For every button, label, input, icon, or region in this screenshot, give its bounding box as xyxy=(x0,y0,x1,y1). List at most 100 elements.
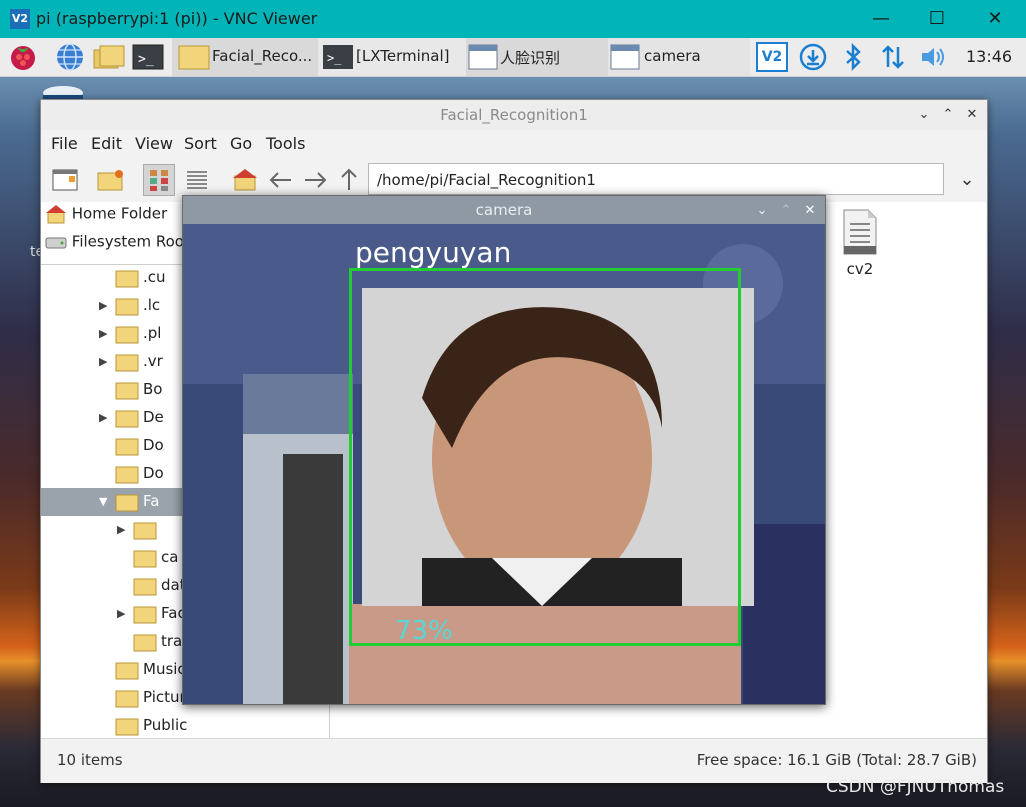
folder-icon xyxy=(115,494,139,512)
clock: 13:46 xyxy=(966,47,1013,66)
forward-arrow-icon[interactable] xyxy=(299,164,331,196)
camera-title: camera xyxy=(475,201,533,219)
file-manager-titlebar: Facial_Recognition1 ⌄ ⌃ ✕ xyxy=(41,100,987,130)
drive-icon xyxy=(45,237,67,249)
taskbar: >_ Facial_Reco... >_ [LXTerminal] 人脸识别 c… xyxy=(0,38,1026,77)
file-label: cv2 xyxy=(846,260,874,278)
vnc-tray-icon[interactable]: V2 xyxy=(756,42,788,72)
home-icon xyxy=(46,205,66,224)
task-facial-recognition[interactable]: Facial_Reco... xyxy=(172,38,318,76)
expander-open-icon[interactable]: ▼ xyxy=(99,495,107,508)
expander-closed-icon[interactable]: ▶ xyxy=(117,523,125,536)
folder-icon xyxy=(115,410,139,428)
vnc-logo-icon: V2 xyxy=(10,9,30,29)
task-label: Facial_Reco... xyxy=(212,47,313,65)
new-window-icon[interactable] xyxy=(49,164,81,196)
tree-item-label: Bo xyxy=(143,380,163,398)
list-view-icon[interactable] xyxy=(181,164,213,196)
network-icon[interactable] xyxy=(878,42,908,72)
folder-icon xyxy=(115,438,139,456)
expander-closed-icon[interactable]: ▶ xyxy=(99,411,107,424)
fm-minimize-button[interactable]: ⌄ xyxy=(913,104,935,126)
svg-text:>_: >_ xyxy=(138,52,154,67)
maximize-button[interactable]: ☐ xyxy=(908,4,966,34)
status-item-count: 10 items xyxy=(57,751,123,769)
confidence-label: 73% xyxy=(395,616,453,646)
back-arrow-icon[interactable] xyxy=(265,164,297,196)
menu-edit[interactable]: Edit xyxy=(91,134,122,153)
folder-icon xyxy=(133,606,157,624)
tree-item-label: .vr xyxy=(143,352,163,370)
tree-item-label: .cu xyxy=(143,268,166,286)
tree-item[interactable]: Public xyxy=(41,712,329,738)
status-free-space: Free space: 16.1 GiB (Total: 28.7 GiB) xyxy=(696,751,977,769)
folder-icon xyxy=(115,382,139,400)
expander-closed-icon[interactable]: ▶ xyxy=(99,355,107,368)
folder-icon xyxy=(133,634,157,652)
window-icon xyxy=(610,44,640,70)
file-manager-icon[interactable] xyxy=(92,41,125,73)
tree-item-label: .lc xyxy=(143,296,161,314)
expander-closed-icon[interactable]: ▶ xyxy=(117,607,125,620)
task-face-recognition[interactable]: 人脸识别 xyxy=(466,38,608,76)
menu-tools[interactable]: Tools xyxy=(266,134,305,153)
task-label: 人脸识别 xyxy=(500,49,561,67)
tree-item-label: De xyxy=(143,408,164,426)
folder-icon xyxy=(115,662,139,680)
terminal-icon[interactable]: >_ xyxy=(132,41,164,73)
detected-name-label: pengyuyan xyxy=(355,236,512,269)
text-file-icon xyxy=(843,209,877,255)
vnc-window-title: pi (raspberrypi:1 (pi)) - VNC Viewer xyxy=(36,9,318,28)
folder-icon xyxy=(115,466,139,484)
vnc-titlebar: V2 pi (raspberrypi:1 (pi)) - VNC Viewer … xyxy=(0,0,1026,38)
place-home-folder[interactable]: Home Folder xyxy=(45,204,167,230)
minimize-button[interactable]: — xyxy=(852,4,910,34)
camera-window: camera ⌄ ⌃ ✕ pengyuyan 73% xyxy=(182,195,826,705)
bluetooth-icon[interactable] xyxy=(838,42,868,72)
menu-sort[interactable]: Sort xyxy=(184,134,217,153)
icon-view-icon[interactable] xyxy=(143,164,175,196)
menu-view[interactable]: View xyxy=(135,134,173,153)
path-input[interactable]: /home/pi/Facial_Recognition1 xyxy=(368,163,944,195)
face-detection-box xyxy=(349,268,741,646)
expander-closed-icon[interactable]: ▶ xyxy=(99,299,107,312)
close-button[interactable]: ✕ xyxy=(966,4,1024,34)
home-icon[interactable] xyxy=(229,164,261,196)
fm-close-button[interactable]: ✕ xyxy=(961,104,983,126)
place-filesystem-root[interactable]: Filesystem Roo xyxy=(45,232,184,258)
raspberry-menu-icon[interactable] xyxy=(7,41,39,73)
window-icon xyxy=(468,44,498,70)
tree-item-label: Do xyxy=(143,464,164,482)
task-label: [LXTerminal] xyxy=(356,47,450,65)
menu-go[interactable]: Go xyxy=(230,134,252,153)
camera-maximize-button[interactable]: ⌃ xyxy=(775,200,797,222)
task-label: camera xyxy=(644,47,701,65)
fm-maximize-button[interactable]: ⌃ xyxy=(937,104,959,126)
tree-item-label: tra xyxy=(161,632,183,650)
chevron-down-icon[interactable]: ⌄ xyxy=(951,164,983,196)
camera-feed: pengyuyan 73% xyxy=(183,224,825,704)
menu-bar: File Edit View Sort Go Tools xyxy=(41,130,987,158)
expander-closed-icon[interactable]: ▶ xyxy=(99,327,107,340)
download-icon[interactable] xyxy=(798,42,828,72)
up-arrow-icon[interactable] xyxy=(333,164,365,196)
camera-close-button[interactable]: ✕ xyxy=(799,200,821,222)
folder-icon xyxy=(115,690,139,708)
camera-minimize-button[interactable]: ⌄ xyxy=(751,200,773,222)
folder-icon xyxy=(133,522,157,540)
task-lxterminal[interactable]: >_ [LXTerminal] xyxy=(318,38,466,76)
new-folder-icon[interactable] xyxy=(95,164,127,196)
folder-icon xyxy=(133,578,157,596)
svg-text:>_: >_ xyxy=(327,51,342,65)
tree-item-label: Pictur xyxy=(143,688,186,706)
task-camera[interactable]: camera xyxy=(608,38,750,76)
folder-icon xyxy=(178,45,210,70)
web-browser-icon[interactable] xyxy=(54,41,86,73)
camera-titlebar: camera ⌄ ⌃ ✕ xyxy=(183,196,825,224)
folder-icon xyxy=(115,270,139,288)
volume-icon[interactable] xyxy=(918,42,948,72)
tree-item-label: .pl xyxy=(143,324,162,342)
tree-item-label: Fa xyxy=(143,492,160,510)
menu-file[interactable]: File xyxy=(51,134,78,153)
file-item-cv2[interactable]: cv2 xyxy=(838,208,882,278)
